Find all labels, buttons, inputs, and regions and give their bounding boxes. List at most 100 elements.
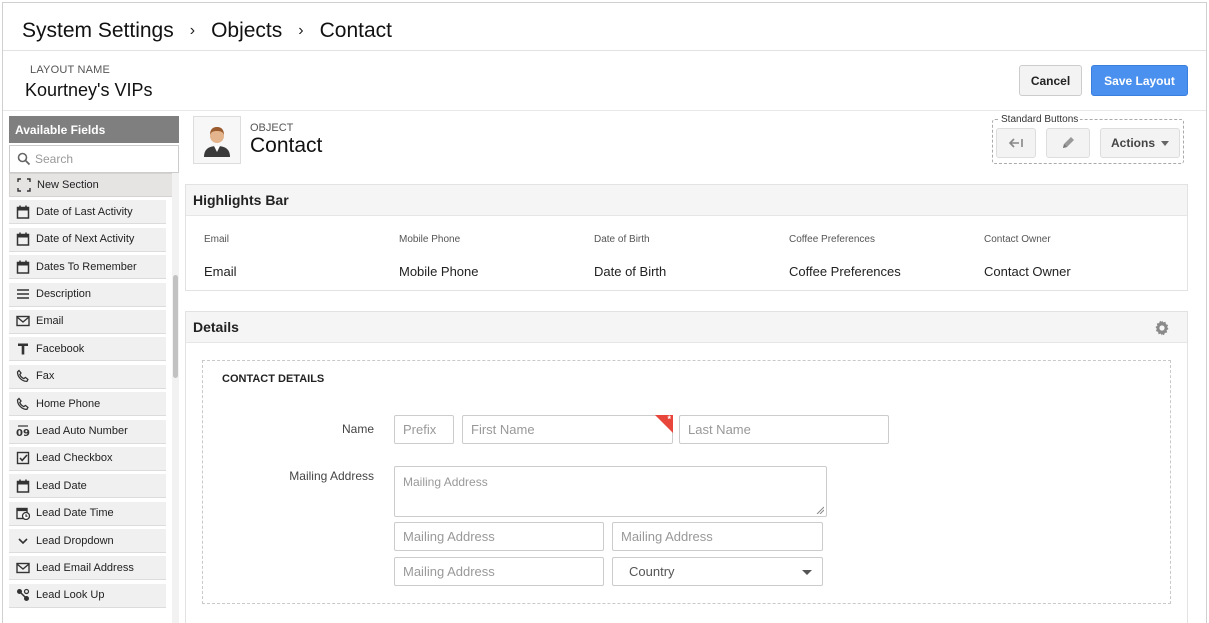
sidebar-item-dates-to-remember[interactable]: Dates To Remember (9, 255, 166, 280)
sidebar-scrollbar[interactable] (172, 173, 179, 623)
gear-icon[interactable] (1154, 320, 1170, 336)
caret-down-icon (802, 570, 812, 575)
highlight-label-date-of-birth: Date of Birth (594, 234, 650, 245)
section-title: CONTACT DETAILS (222, 373, 325, 385)
envelope-icon (16, 316, 30, 327)
sidebar-item-label: Date of Next Activity (36, 233, 135, 246)
sidebar-item-label: Facebook (36, 342, 85, 355)
cancel-button[interactable]: Cancel (1019, 65, 1082, 96)
chevron-down-icon (18, 538, 28, 544)
breadcrumb-objects[interactable]: Objects (211, 19, 282, 43)
sidebar-item-fax[interactable]: Fax (9, 364, 166, 389)
svg-text:09: 09 (16, 428, 30, 438)
country-select[interactable]: Country (612, 557, 823, 586)
mailing-address-city-input[interactable]: Mailing Address (394, 522, 604, 551)
calendar-clock-icon (16, 507, 30, 521)
field-search-placeholder: Search (35, 152, 74, 166)
country-placeholder: Country (629, 564, 675, 579)
sidebar-item-date-of-next-activity[interactable]: Date of Next Activity (9, 227, 166, 252)
highlight-field-mobile-phone[interactable]: Mobile Phone (399, 264, 479, 279)
sidebar-item-label: Lead Auto Number (36, 425, 128, 438)
pencil-icon (1063, 137, 1074, 148)
sidebar-item-lead-dropdown[interactable]: Lead Dropdown (9, 529, 166, 554)
sidebar-item-lead-checkbox[interactable]: Lead Checkbox (9, 446, 166, 471)
sidebar-item-email[interactable]: Email (9, 309, 166, 334)
sidebar-item-label: New Section (37, 179, 99, 191)
highlight-label-contact-owner: Contact Owner (984, 234, 1051, 245)
sidebar-item-home-phone[interactable]: Home Phone (9, 392, 166, 417)
available-fields-list: New Section Date of Last Activity Date o… (9, 173, 179, 611)
sidebar-scrollbar-thumb[interactable] (173, 275, 178, 378)
lookup-icon (17, 589, 30, 602)
mailing-address-street-textarea[interactable]: Mailing Address (394, 466, 827, 517)
highlight-label-email: Email (204, 234, 230, 245)
save-layout-button[interactable]: Save Layout (1091, 65, 1188, 96)
sidebar-item-label: Date of Last Activity (36, 205, 133, 218)
breadcrumb-separator-icon: › (298, 22, 304, 39)
available-fields-title: Available Fields (9, 116, 179, 143)
details-title: Details (193, 319, 239, 335)
prefix-input[interactable]: Prefix (394, 415, 454, 444)
header-divider (3, 50, 1206, 51)
layout-name-label: LAYOUT NAME (30, 64, 111, 76)
field-search-input[interactable]: Search (9, 145, 179, 173)
sidebar-item-description[interactable]: Description (9, 282, 166, 307)
layout-editor-window: System Settings › Objects › Contact LAYO… (2, 2, 1207, 623)
envelope-icon (16, 562, 30, 574)
sidebar-item-new-section[interactable]: New Section (9, 173, 179, 197)
resize-handle-icon[interactable] (816, 506, 824, 514)
text-t-icon (18, 343, 28, 355)
sidebar-item-date-of-last-activity[interactable]: Date of Last Activity (9, 200, 166, 225)
mailing-address-placeholder: Mailing Address (621, 529, 713, 544)
breadcrumb-system-settings[interactable]: System Settings (22, 19, 174, 43)
highlight-label-coffee-preferences: Coffee Preferences (789, 234, 875, 245)
auto-number-icon: 09 (16, 425, 30, 438)
calendar-icon (16, 232, 30, 247)
calendar-icon (16, 260, 30, 274)
layout-name: Kourtney's VIPs (25, 80, 153, 100)
last-name-input[interactable]: Last Name (679, 415, 889, 444)
arrow-back-icon (1008, 138, 1023, 148)
sidebar-item-label: Lead Look Up (36, 589, 105, 602)
name-field-label: Name (341, 422, 374, 436)
edit-button[interactable] (1046, 128, 1090, 158)
sidebar-item-label: Lead Checkbox (36, 452, 113, 465)
sidebar-item-lead-auto-number[interactable]: 09 Lead Auto Number (9, 419, 166, 444)
mailing-address-placeholder: Mailing Address (403, 564, 495, 579)
sidebar-item-lead-date[interactable]: Lead Date (9, 474, 166, 499)
breadcrumb-contact: Contact (319, 19, 392, 42)
highlight-field-date-of-birth[interactable]: Date of Birth (594, 264, 666, 279)
highlight-field-contact-owner[interactable]: Contact Owner (984, 264, 1071, 279)
sidebar-item-lead-email-address[interactable]: Lead Email Address (9, 556, 166, 581)
object-name: Contact (250, 134, 323, 157)
standard-buttons-label: Standard Buttons (999, 114, 1081, 125)
sidebar-item-label: Lead Date Time (36, 507, 114, 520)
section-icon (17, 178, 31, 192)
sidebar-item-lead-date-time[interactable]: Lead Date Time (9, 501, 166, 526)
phone-icon (16, 397, 29, 410)
breadcrumb: System Settings › Objects › Contact (22, 16, 392, 46)
sidebar-item-lead-look-up[interactable]: Lead Look Up (9, 583, 166, 608)
mailing-address-state-input[interactable]: Mailing Address (612, 522, 823, 551)
actions-dropdown-button[interactable]: Actions (1100, 128, 1180, 158)
mailing-address-zip-input[interactable]: Mailing Address (394, 557, 604, 586)
mailing-address-placeholder: Mailing Address (403, 475, 488, 489)
sidebar-item-label: Lead Date (36, 479, 87, 492)
back-button[interactable] (996, 128, 1036, 158)
sidebar-item-label: Description (36, 288, 92, 301)
object-label: OBJECT (250, 122, 294, 134)
sidebar-item-facebook[interactable]: Facebook (9, 337, 166, 362)
first-name-placeholder: First Name (471, 422, 535, 437)
actions-label: Actions (1110, 136, 1155, 150)
required-star: * (667, 414, 671, 424)
mailing-address-placeholder: Mailing Address (403, 529, 495, 544)
highlight-field-email[interactable]: Email (204, 264, 237, 279)
highlight-field-coffee-preferences[interactable]: Coffee Preferences (789, 264, 901, 279)
sidebar-item-label: Fax (36, 370, 55, 383)
sidebar-item-label: Home Phone (36, 397, 101, 410)
sidebar-item-label: Email (36, 315, 64, 328)
highlight-label-mobile-phone: Mobile Phone (399, 234, 461, 245)
sidebar-item-label: Lead Dropdown (36, 534, 114, 547)
first-name-input[interactable]: First Name * (462, 414, 673, 444)
details-header: Details (186, 312, 1187, 343)
